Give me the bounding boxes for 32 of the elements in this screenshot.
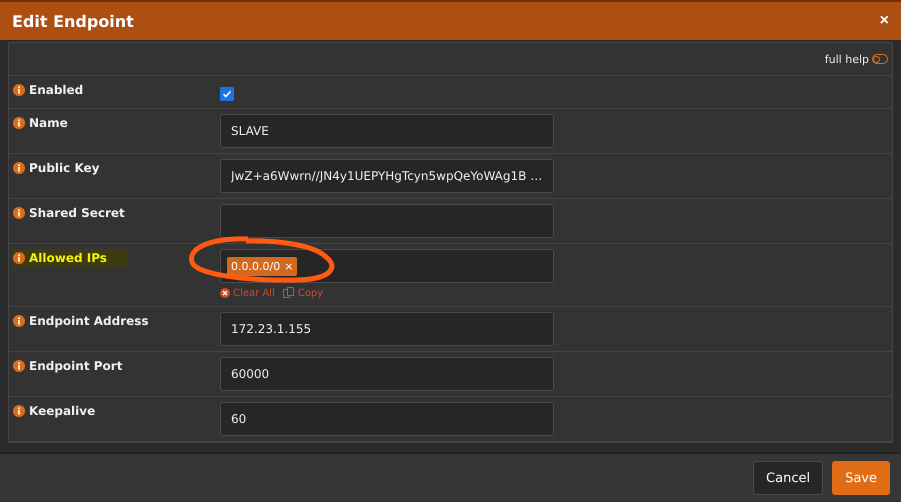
full-help-label: full help: [824, 52, 869, 66]
field-label: Allowed IPs: [13, 249, 127, 267]
info-icon[interactable]: [13, 84, 25, 96]
info-icon[interactable]: [13, 252, 25, 264]
text-field[interactable]: 60000: [220, 357, 554, 391]
enabled-checkbox[interactable]: [220, 87, 234, 101]
info-icon[interactable]: [13, 207, 25, 219]
field-label: Public Key: [13, 159, 120, 177]
info-icon[interactable]: [13, 117, 25, 129]
info-icon[interactable]: [13, 162, 25, 174]
copy-icon: [282, 287, 295, 299]
checkmark-icon: [222, 89, 232, 99]
field-label: Enabled: [13, 81, 104, 99]
info-icon[interactable]: [13, 315, 25, 327]
field-label: Keepalive: [13, 402, 116, 420]
info-icon[interactable]: [13, 360, 25, 372]
text-field[interactable]: SLAVE: [220, 114, 554, 148]
text-field[interactable]: [220, 204, 554, 238]
field-label: Shared Secret: [13, 204, 145, 222]
ip-tag[interactable]: 0.0.0.0/0 ×: [227, 256, 298, 276]
full-help-toggle[interactable]: [872, 54, 888, 64]
dialog-title: Edit Endpoint: [12, 12, 134, 30]
cancel-button[interactable]: Cancel: [753, 461, 824, 495]
field-label: Endpoint Port: [13, 357, 142, 375]
clear-icon: [220, 288, 230, 298]
tags-field[interactable]: 0.0.0.0/0 ×: [220, 249, 554, 283]
info-icon[interactable]: [13, 405, 25, 417]
close-button[interactable]: ×: [880, 12, 889, 30]
field-label: Name: [13, 114, 88, 132]
field-label: Endpoint Address: [13, 312, 169, 330]
text-field[interactable]: 60: [220, 402, 554, 436]
text-field[interactable]: 172.23.1.155: [220, 312, 554, 346]
